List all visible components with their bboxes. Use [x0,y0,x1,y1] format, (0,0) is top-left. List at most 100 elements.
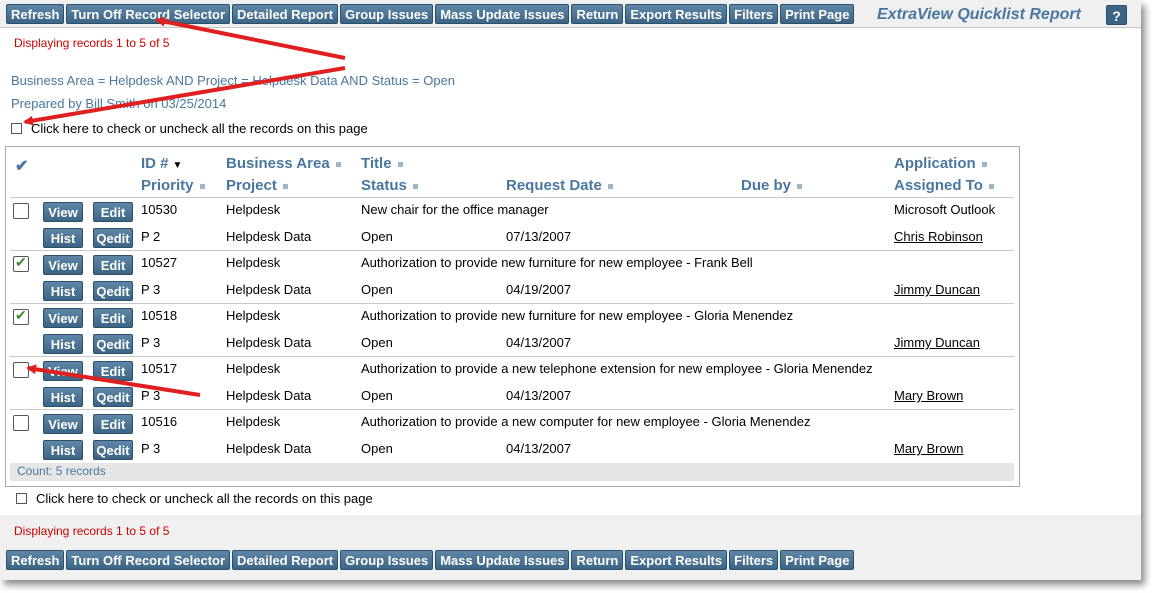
hist-button[interactable]: Hist [43,387,83,407]
bottom-toolbar: Refresh Turn Off Record Selector Detaile… [6,550,855,570]
cell-assigned-to[interactable]: Mary Brown [894,388,963,403]
turn-off-record-selector-button[interactable]: Turn Off Record Selector [66,550,231,570]
cell-assigned-to[interactable]: Jimmy Duncan [894,282,980,297]
cell-id: 10517 [141,361,178,376]
detailed-report-button[interactable]: Detailed Report [232,550,339,570]
cell-assigned-to[interactable]: Jimmy Duncan [894,335,980,350]
hist-button[interactable]: Hist [43,228,83,248]
edit-button[interactable]: Edit [93,255,133,275]
displaying-records-bottom: Displaying records 1 to 5 of 5 [14,524,170,538]
turn-off-record-selector-button[interactable]: Turn Off Record Selector [66,4,231,24]
cell-request-date: 04/19/2007 [506,282,572,297]
displaying-records-top: Displaying records 1 to 5 of 5 [14,36,170,50]
mass-update-issues-button[interactable]: Mass Update Issues [435,4,570,24]
filters-button[interactable]: Filters [729,550,779,570]
column-header-due-by[interactable]: Due by [741,177,803,194]
edit-button[interactable]: Edit [93,361,133,381]
cell-request-date: 07/13/2007 [506,229,572,244]
detailed-report-button[interactable]: Detailed Report [232,4,339,24]
sort-icon [797,183,803,189]
cell-status: Open [361,388,393,403]
sort-icon [981,161,987,167]
help-button[interactable]: ? [1106,5,1127,25]
view-button[interactable]: View [43,202,83,222]
cell-business-area: Helpdesk [226,255,281,270]
return-button[interactable]: Return [571,550,624,570]
column-header-id[interactable]: ID # ▼ [141,155,182,172]
column-header-priority[interactable]: Priority [141,177,205,194]
edit-button[interactable]: Edit [93,202,133,222]
cell-id: 10518 [141,308,178,323]
export-results-button[interactable]: Export Results [625,4,728,24]
qedit-button[interactable]: Qedit [93,228,133,248]
column-header-application[interactable]: Application [894,155,987,172]
hist-button[interactable]: Hist [43,334,83,354]
cell-request-date: 04/13/2007 [506,441,572,456]
cell-project: Helpdesk Data [226,441,312,456]
row-checkbox[interactable] [13,203,29,219]
cell-business-area: Helpdesk [226,202,281,217]
qedit-button[interactable]: Qedit [93,440,133,460]
bottom-status-band [0,515,1141,547]
refresh-button[interactable]: Refresh [6,550,65,570]
view-button[interactable]: View [43,414,83,434]
cell-assigned-to[interactable]: Chris Robinson [894,229,983,244]
column-header-assigned-to[interactable]: Assigned To [894,177,994,194]
row-checkbox[interactable] [13,254,29,272]
sort-desc-icon: ▼ [172,160,183,171]
check-all-checkbox[interactable] [16,493,27,504]
cell-priority: P 3 [141,388,161,403]
cell-priority: P 3 [141,335,161,350]
print-page-button[interactable]: Print Page [780,550,855,570]
cell-status: Open [361,282,393,297]
sort-icon [282,183,288,189]
row-checkbox[interactable] [13,362,29,378]
cell-application: Microsoft Outlook [894,202,996,217]
cell-business-area: Helpdesk [226,414,281,429]
qedit-button[interactable]: Qedit [93,387,133,407]
top-toolbar: Refresh Turn Off Record Selector Detaile… [6,4,855,24]
print-page-button[interactable]: Print Page [780,4,855,24]
check-all-bottom[interactable]: Click here to check or uncheck all the r… [16,491,373,506]
report-window: Refresh Turn Off Record Selector Detaile… [0,0,1141,580]
column-header-title[interactable]: Title [361,155,403,172]
view-button[interactable]: View [43,308,83,328]
edit-button[interactable]: Edit [93,414,133,434]
column-header-status[interactable]: Status [361,177,418,194]
cell-business-area: Helpdesk [226,308,281,323]
check-all-top[interactable]: Click here to check or uncheck all the r… [11,121,368,136]
column-header-request-date[interactable]: Request Date [506,177,613,194]
export-results-button[interactable]: Export Results [625,550,728,570]
row-checkbox[interactable] [13,307,29,325]
filters-button[interactable]: Filters [729,4,779,24]
cell-assigned-to[interactable]: Mary Brown [894,441,963,456]
cell-id: 10516 [141,414,178,429]
cell-project: Helpdesk Data [226,229,312,244]
results-grid: ✔ ID # ▼ Business Area Title Application … [5,146,1020,487]
cell-id: 10530 [141,202,178,217]
cell-request-date: 04/13/2007 [506,388,572,403]
refresh-button[interactable]: Refresh [6,4,65,24]
report-criteria: Business Area = Helpdesk AND Project = H… [11,73,456,88]
qedit-button[interactable]: Qedit [93,281,133,301]
cell-priority: P 3 [141,441,161,456]
check-all-checkbox[interactable] [11,123,22,134]
return-button[interactable]: Return [571,4,624,24]
hist-button[interactable]: Hist [43,440,83,460]
row-checkbox[interactable] [13,415,29,431]
app-title: ExtraView Quicklist Report [877,6,1081,23]
view-button[interactable]: View [43,255,83,275]
mass-update-issues-button[interactable]: Mass Update Issues [435,550,570,570]
prepared-by: Prepared by Bill Smith on 03/25/2014 [11,96,227,111]
hist-button[interactable]: Hist [43,281,83,301]
group-issues-button[interactable]: Group Issues [340,4,434,24]
qedit-button[interactable]: Qedit [93,334,133,354]
select-column-check-icon[interactable]: ✔ [15,156,28,176]
view-button[interactable]: View [43,361,83,381]
column-header-business-area[interactable]: Business Area [226,155,341,172]
group-issues-button[interactable]: Group Issues [340,550,434,570]
edit-button[interactable]: Edit [93,308,133,328]
row-separator [10,250,1014,251]
sort-icon [335,161,341,167]
column-header-project[interactable]: Project [226,177,288,194]
